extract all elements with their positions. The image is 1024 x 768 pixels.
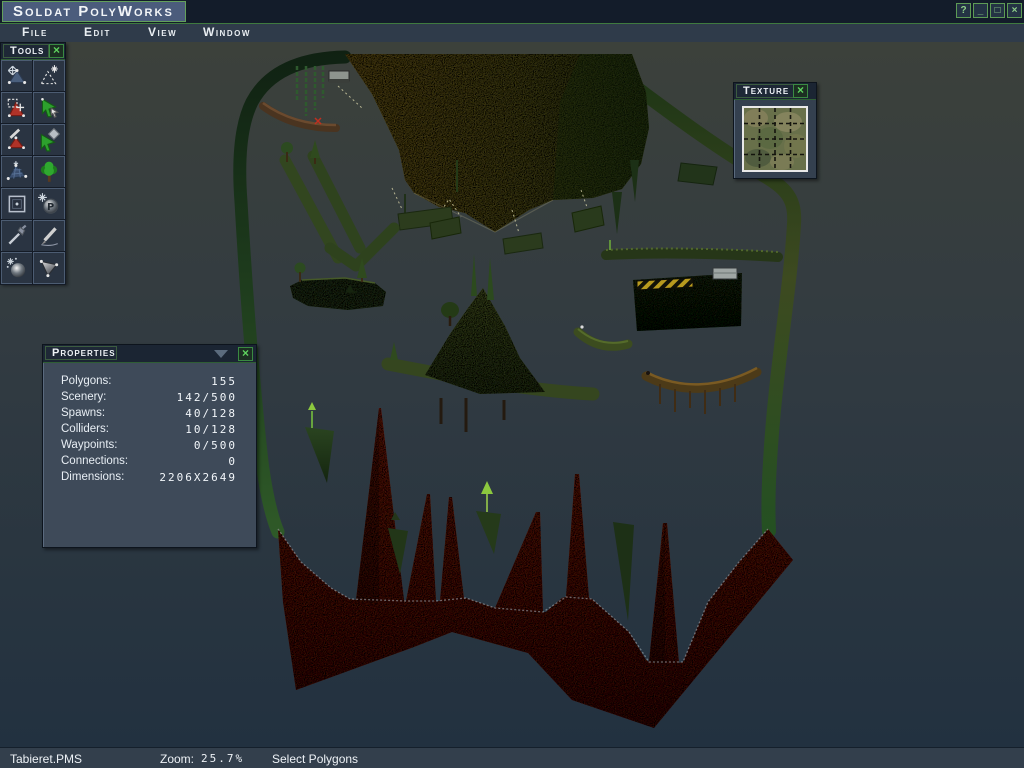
menubar: File Edit View Window [0,24,1024,42]
property-row-spawns: Spawns: 40/128 [43,407,256,423]
property-value: 155 [211,375,237,388]
property-row-scenery: Scenery: 142/500 [43,391,256,407]
edit-vertices-icon [5,128,29,152]
tool-create-polygon-button[interactable] [33,60,65,92]
property-label: Waypoints: [61,439,117,451]
status-zoom-label: Zoom: [160,752,194,766]
create-polygon-icon [37,64,61,88]
properties-panel: Properties × Polygons: 155 Scenery: 142/… [42,344,257,548]
texture-panel-close-button[interactable]: × [793,84,808,98]
pencil-icon [37,224,61,248]
tool-edit-vertices-button[interactable] [1,124,33,156]
property-row-waypoints: Waypoints: 0/500 [43,439,256,455]
tool-cursor-select-button[interactable] [33,92,65,124]
property-value: 10/128 [185,423,237,436]
left-ramps [285,156,394,310]
tools-panel-title: Tools [3,44,49,58]
property-label: Colliders: [61,423,109,435]
status-mode: Select Polygons [272,752,358,766]
tool-texture-polygon-button[interactable] [33,124,65,156]
tool-move-polygon-button[interactable] [1,60,33,92]
properties-panel-close-button[interactable]: × [238,347,253,361]
texture-panel-titlebar[interactable]: Texture × [734,83,816,100]
properties-collapse-arrow-icon[interactable] [214,350,228,358]
color-picker-icon [5,224,29,248]
light-sphere-icon [5,256,29,280]
svg-text:P: P [47,202,54,213]
tools-grid: P [1,60,65,284]
texture-panel-body [734,100,816,178]
tools-panel: Tools × [0,42,66,284]
texture-polygon-icon [37,128,61,152]
help-button[interactable]: ? [956,3,971,18]
minimize-button[interactable]: _ [973,3,988,18]
select-polygon-icon [5,96,29,120]
properties-rows: Polygons: 155 Scenery: 142/500 Spawns: 4… [43,363,256,487]
tools-panel-titlebar[interactable]: Tools × [1,43,65,60]
status-filename: Tabieret.PMS [10,752,82,766]
properties-panel-title: Properties [45,346,117,360]
properties-panel-titlebar[interactable]: Properties × [43,345,256,363]
property-value: 40/128 [185,407,237,420]
property-row-dimensions: Dimensions: 2206X2649 [43,471,256,487]
menu-window[interactable]: Window [203,25,251,39]
depth-map-icon [37,256,61,280]
titlebar: Soldat PolyWorks ? _ □ × [0,0,1024,24]
tools-panel-close-button[interactable]: × [49,44,64,58]
restore-button[interactable]: □ [990,3,1005,18]
center-hill [388,288,593,432]
property-value: 0 [228,455,237,468]
menu-view[interactable]: View [148,25,177,39]
property-label: Spawns: [61,407,105,419]
menu-edit[interactable]: Edit [84,25,111,39]
window-controls: ? _ □ × [956,3,1022,18]
property-value: 0/500 [194,439,237,452]
property-label: Scenery: [61,391,106,403]
tool-pencil-button[interactable] [33,220,65,252]
transform-mesh-icon [5,160,29,184]
move-polygon-icon [5,64,29,88]
texture-panel-title: Texture [736,84,794,98]
spawn-point-icon: P [37,192,61,216]
texture-panel: Texture × [733,82,817,179]
status-zoom-value: 25.7% [201,752,244,765]
property-label: Connections: [61,455,128,467]
property-value: 2206X2649 [159,471,237,484]
statusbar: Tabieret.PMS Zoom: 25.7% Select Polygons [0,747,1024,768]
tool-object-frame-button[interactable] [1,188,33,220]
object-frame-icon [5,192,29,216]
property-label: Dimensions: [61,471,124,483]
property-value: 142/500 [177,391,237,404]
property-row-connections: Connections: 0 [43,455,256,471]
app-title: Soldat PolyWorks [2,1,186,22]
property-row-polygons: Polygons: 155 [43,375,256,391]
map-canvas[interactable]: Tools × [0,42,1024,747]
tool-scenery-button[interactable] [33,156,65,188]
property-row-colliders: Colliders: 10/128 [43,423,256,439]
tool-transform-mesh-button[interactable] [1,156,33,188]
red-floor [278,408,793,728]
center-curved-platform [578,325,628,346]
property-label: Polygons: [61,375,112,387]
texture-preview[interactable] [742,106,808,172]
polyworks-window: Soldat PolyWorks ? _ □ × File Edit View … [0,0,1024,768]
tool-color-picker-button[interactable] [1,220,33,252]
texture-image [744,108,806,170]
cursor-select-icon [37,96,61,120]
close-button[interactable]: × [1007,3,1022,18]
map-ceiling-mass [345,54,649,234]
tool-select-polygon-button[interactable] [1,92,33,124]
tool-depth-map-button[interactable] [33,252,65,284]
tool-light-button[interactable] [1,252,33,284]
menu-file[interactable]: File [22,25,48,39]
right-structures [606,163,778,414]
scenery-tree-icon [37,160,61,184]
tool-spawn-point-button[interactable]: P [33,188,65,220]
